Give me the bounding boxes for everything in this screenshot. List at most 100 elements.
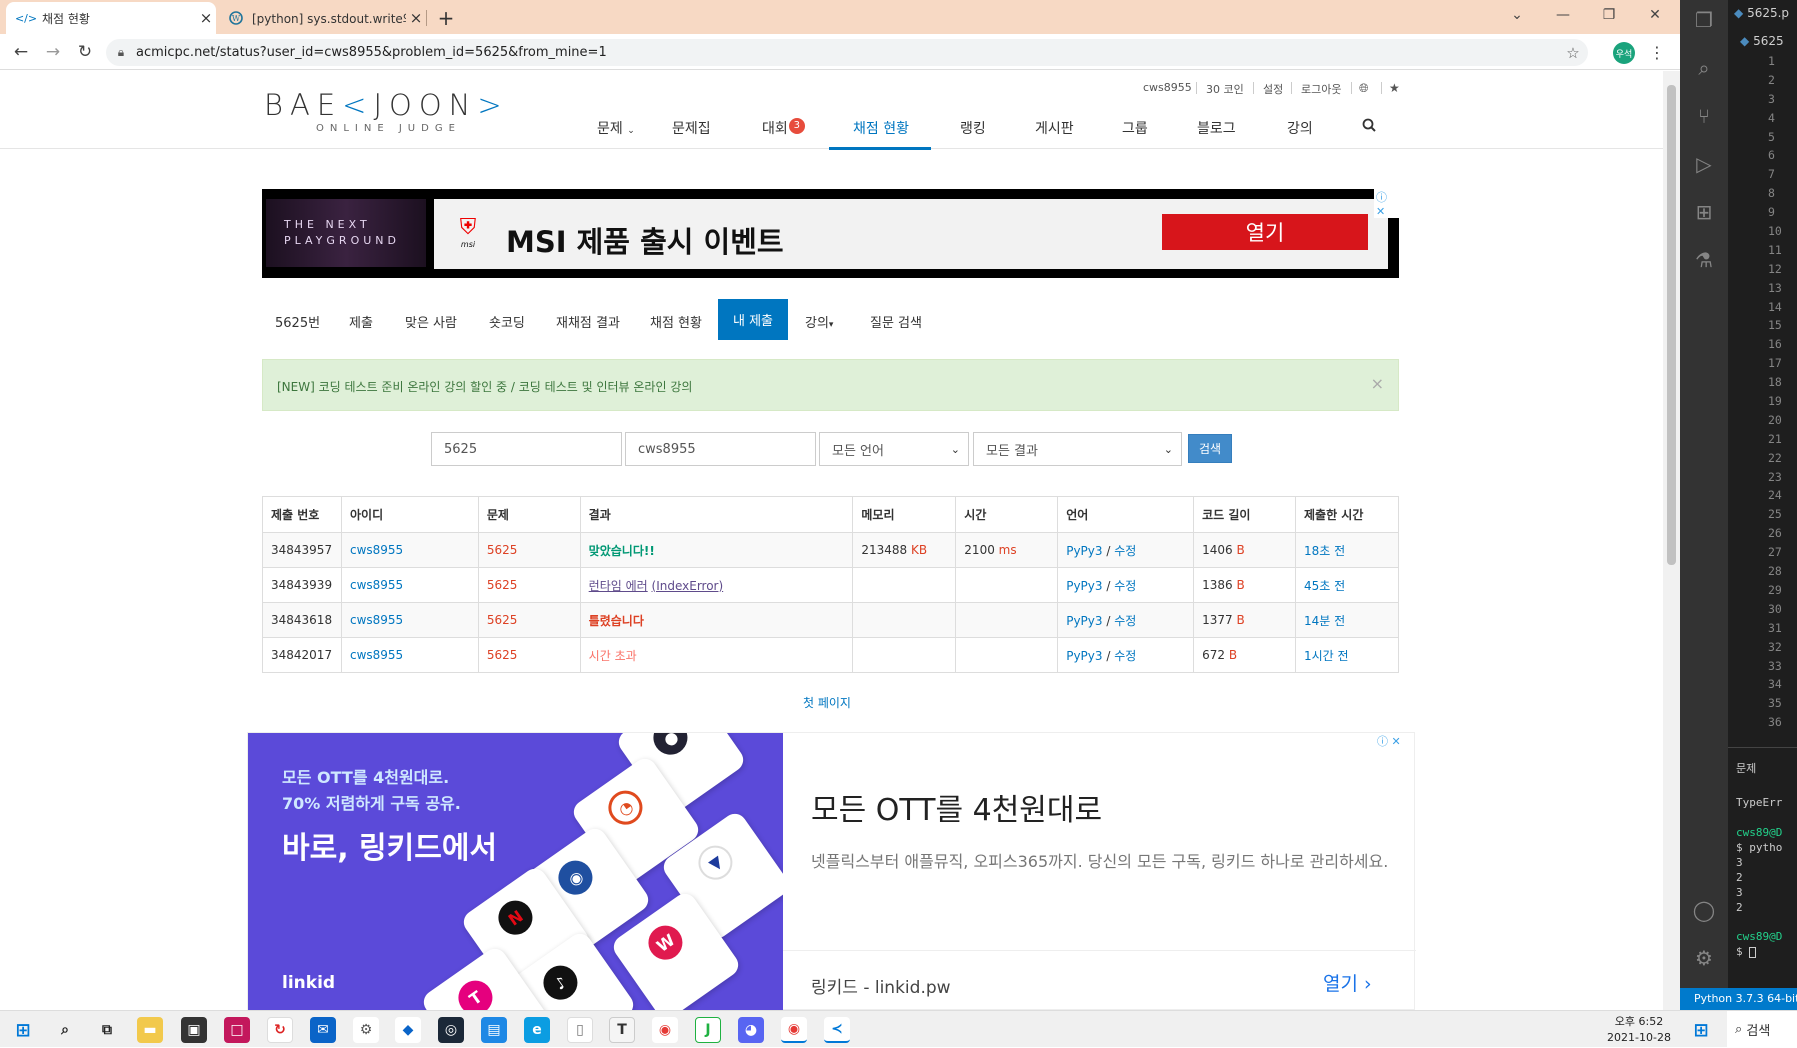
tab-search-icon[interactable]: ⌄ xyxy=(1494,0,1540,30)
star-icon[interactable]: ★ xyxy=(1389,81,1400,95)
edit-link[interactable]: 수정 xyxy=(1114,579,1136,593)
result-runtime-error[interactable]: 런타임 에러 (IndexError) xyxy=(579,567,854,603)
alert-message[interactable]: [NEW] 코딩 테스트 준비 온라인 강의 할인 중 / 코딩 테스트 및 인… xyxy=(277,378,692,395)
problem-link[interactable]: 5625 xyxy=(477,532,581,568)
panel-tab-problems[interactable]: 문제 xyxy=(1736,760,1756,776)
nav-ranking[interactable]: 랭킹 xyxy=(960,118,986,138)
settings-gear-icon[interactable]: ⚙ xyxy=(1692,946,1716,970)
result-detail-link[interactable]: (IndexError) xyxy=(652,579,724,593)
util-link-coins[interactable]: 30 코인 xyxy=(1206,81,1244,97)
search-icon[interactable]: ⌕ xyxy=(52,1017,78,1043)
submitted-time-link[interactable]: 1시간 전 xyxy=(1294,637,1400,673)
run-debug-icon[interactable]: ▷ xyxy=(1692,152,1716,176)
testing-icon[interactable]: ⚗ xyxy=(1692,248,1716,272)
ad-open-button[interactable]: 열기 xyxy=(1162,214,1368,250)
language-link[interactable]: PyPy3 xyxy=(1066,649,1102,663)
problem-link[interactable]: 5625 xyxy=(477,637,581,673)
forward-icon[interactable]: → xyxy=(41,40,65,64)
result-select[interactable]: 모든 결과 ⌄ xyxy=(973,432,1182,466)
close-tab-icon[interactable]: × xyxy=(196,9,216,27)
store-icon[interactable]: ▣ xyxy=(181,1017,207,1043)
discord-icon[interactable]: ◕ xyxy=(738,1017,764,1043)
subnav-shortcoding[interactable]: 숏코딩 xyxy=(489,312,525,331)
taskbar-search-box[interactable]: ⌕ 검색 xyxy=(1727,1011,1797,1048)
vscode-status-bar[interactable]: Python 3.7.3 64-bit xyxy=(1680,988,1797,1010)
nav-groups[interactable]: 그룹 xyxy=(1122,118,1148,138)
lock-icon[interactable]: 🔒︎ xyxy=(106,45,136,60)
subnav-status[interactable]: 채점 현황 xyxy=(650,312,702,331)
alert-close-icon[interactable]: × xyxy=(1371,374,1384,393)
file-explorer-icon[interactable]: ▬ xyxy=(137,1017,163,1043)
site-logo[interactable]: BAE<JOON> xyxy=(264,88,509,122)
nav-board[interactable]: 게시판 xyxy=(1035,118,1074,138)
globe-icon[interactable]: 🌐︎ xyxy=(1359,81,1369,96)
explorer-icon[interactable]: ❐ xyxy=(1692,8,1716,32)
nav-contests[interactable]: 대회 3 xyxy=(762,118,805,138)
nav-problems[interactable]: 문제 ⌄ xyxy=(597,118,635,138)
breadcrumb[interactable]: ◆ 5625 xyxy=(1740,34,1784,48)
language-link[interactable]: PyPy3 xyxy=(1066,544,1102,558)
ad-open-link[interactable]: 열기 › xyxy=(1323,969,1372,996)
search-icon[interactable]: ⌕ xyxy=(1692,56,1716,80)
chrome-icon[interactable]: ◉ xyxy=(652,1017,678,1043)
subnav-accepted[interactable]: 맞은 사람 xyxy=(405,312,457,331)
subnav-submit[interactable]: 제출 xyxy=(349,312,373,331)
banner-ad[interactable]: THE NEXT PLAYGROUND ⛨ msi MSI 제품 출시 이벤트 열… xyxy=(262,189,1399,278)
system-clock[interactable]: 오후 6:52 2021-10-28 xyxy=(1600,1014,1678,1046)
browser-tab[interactable]: W [python] sys.stdout.write와 print × xyxy=(216,2,426,34)
user-link[interactable]: cws8955 xyxy=(340,532,479,568)
submitted-time-link[interactable]: 14분 전 xyxy=(1294,602,1400,638)
task-view-icon[interactable]: ⧉ xyxy=(94,1017,120,1043)
page-scrollbar[interactable] xyxy=(1663,71,1680,1010)
paint-icon[interactable]: ◆ xyxy=(395,1017,421,1043)
file-icon[interactable]: ▯ xyxy=(567,1017,593,1043)
submitted-time-link[interactable]: 18초 전 xyxy=(1294,532,1400,568)
mail-icon[interactable]: ✉ xyxy=(310,1017,336,1043)
subnav-lectures[interactable]: 강의▾ xyxy=(805,312,833,331)
language-link[interactable]: PyPy3 xyxy=(1066,614,1102,628)
subnav-rejudge[interactable]: 재채점 결과 xyxy=(556,312,620,331)
subnav-problem[interactable]: 5625번 xyxy=(275,312,320,331)
adchoices-icon[interactable]: ⓘ ✕ xyxy=(1374,189,1399,218)
util-link-username[interactable]: cws8955 xyxy=(1143,81,1192,94)
edit-link[interactable]: 수정 xyxy=(1114,614,1136,628)
url-field[interactable]: 🔒︎ acmicpc.net/status?user_id=cws8955&pr… xyxy=(106,39,1588,66)
profile-avatar[interactable]: 우석 xyxy=(1613,42,1635,64)
edge-icon[interactable]: e xyxy=(524,1017,550,1043)
app-icon[interactable]: □ xyxy=(224,1017,250,1043)
edit-link[interactable]: 수정 xyxy=(1114,649,1136,663)
extensions-icon[interactable]: ⊞ xyxy=(1692,200,1716,224)
subnav-question-search[interactable]: 질문 검색 xyxy=(870,312,922,331)
first-page-link[interactable]: 첫 페이지 xyxy=(803,694,851,711)
terminal-panel[interactable]: 문제 TypeErr cws89@D $ pytho 3 2 3 2 cws89… xyxy=(1728,747,1797,990)
nav-blog[interactable]: 블로그 xyxy=(1197,118,1236,138)
util-link-settings[interactable]: 설정 xyxy=(1263,81,1283,97)
problem-link[interactable]: 5625 xyxy=(477,602,581,638)
sync-app-icon[interactable]: ↻ xyxy=(267,1017,293,1043)
edit-link[interactable]: 수정 xyxy=(1114,544,1136,558)
app-icon[interactable]: J xyxy=(695,1017,721,1043)
subnav-my-submissions[interactable]: 내 제출 xyxy=(718,299,788,340)
browser-menu-icon[interactable]: ⋮ xyxy=(1645,40,1669,64)
back-icon[interactable]: ← xyxy=(9,40,33,64)
steam-icon[interactable]: ◎ xyxy=(438,1017,464,1043)
text-app-icon[interactable]: T xyxy=(609,1017,635,1043)
new-tab-button[interactable]: + xyxy=(432,2,460,34)
close-window-icon[interactable]: ✕ xyxy=(1632,0,1678,30)
user-link[interactable]: cws8955 xyxy=(340,637,479,673)
vscode-icon[interactable]: ≺ xyxy=(824,1017,850,1043)
nav-lectures[interactable]: 강의 xyxy=(1287,118,1313,138)
editor-tab[interactable]: ◆ 5625.p xyxy=(1734,6,1789,20)
language-link[interactable]: PyPy3 xyxy=(1066,579,1102,593)
user-link[interactable]: cws8955 xyxy=(340,567,479,603)
close-tab-icon[interactable]: × xyxy=(406,9,426,27)
linkid-ad[interactable]: 모든 OTT를 4천원대로. 70% 저렴하게 구독 공유. 바로, 링키드에서… xyxy=(247,732,1416,1010)
user-link[interactable]: cws8955 xyxy=(340,602,479,638)
scrollbar-thumb[interactable] xyxy=(1667,85,1676,565)
search-button[interactable]: 검색 xyxy=(1188,434,1232,463)
minimize-icon[interactable]: — xyxy=(1540,0,1586,30)
book-app-icon[interactable]: ▤ xyxy=(481,1017,507,1043)
problem-id-input[interactable]: 5625 xyxy=(431,432,622,466)
adchoices-icon[interactable]: ⓘ ✕ xyxy=(1375,733,1403,749)
restore-icon[interactable]: ❐ xyxy=(1586,0,1632,30)
